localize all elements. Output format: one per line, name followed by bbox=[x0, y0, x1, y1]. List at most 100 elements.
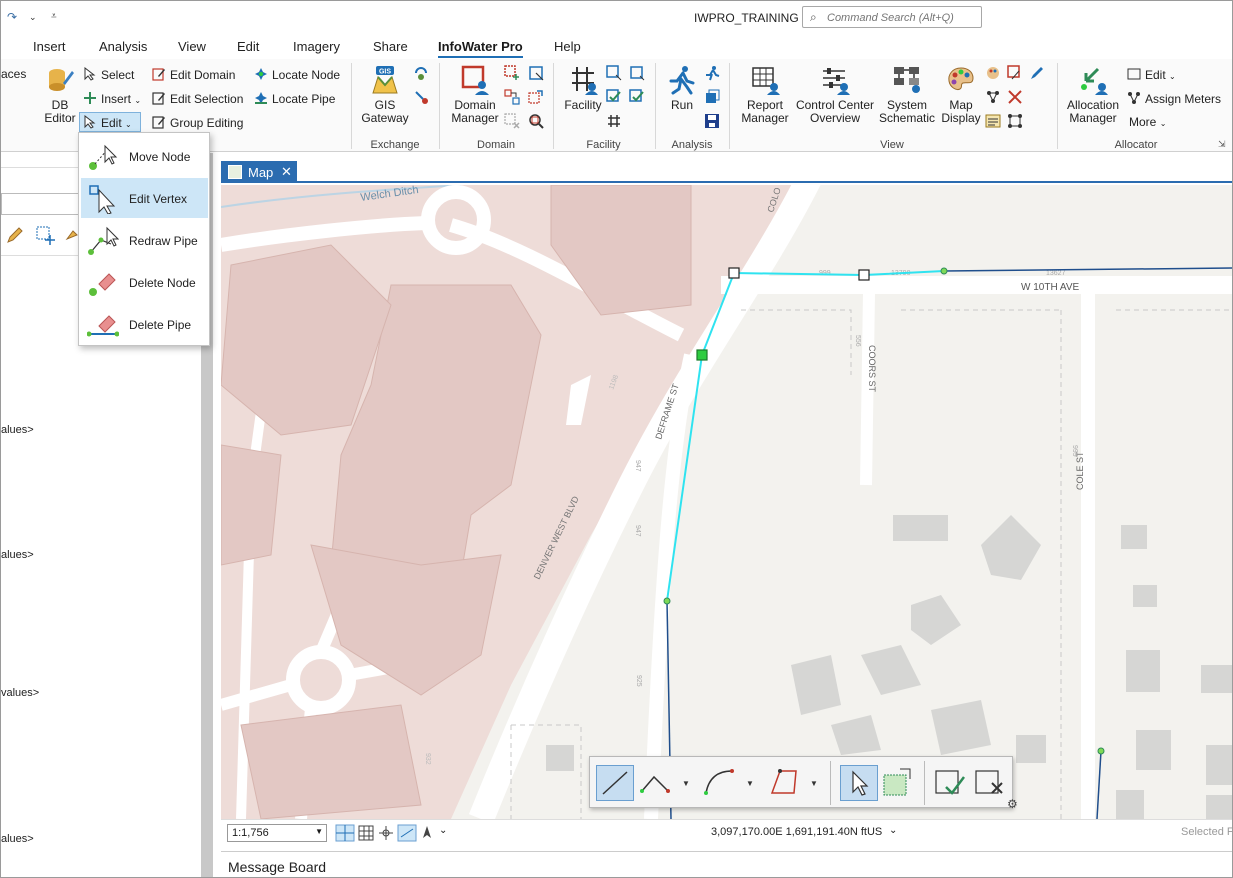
gis-paint-icon[interactable] bbox=[413, 89, 429, 105]
group-editing-button[interactable]: Group Editing bbox=[152, 115, 243, 130]
locate-pipe-button[interactable]: Locate Pipe bbox=[254, 91, 335, 106]
system-schematic-button[interactable]: System Schematic bbox=[878, 65, 936, 125]
domain-zoom-icon[interactable] bbox=[528, 113, 544, 129]
command-search[interactable]: ⌕ bbox=[802, 6, 982, 28]
tab-edit[interactable]: Edit bbox=[237, 39, 259, 54]
tab-insert[interactable]: Insert bbox=[33, 39, 66, 54]
chevron-down-icon[interactable]: ⌄ bbox=[889, 825, 897, 836]
dialog-launcher-icon[interactable]: ⇲ bbox=[1218, 139, 1226, 150]
vertex-handle[interactable] bbox=[858, 269, 870, 281]
map-display-button[interactable]: Map Display bbox=[939, 65, 983, 125]
polyline-tool-button[interactable] bbox=[638, 765, 676, 801]
locate-node-button[interactable]: Locate Node bbox=[254, 67, 340, 82]
domain-select-icon[interactable] bbox=[528, 65, 544, 81]
tab-imagery[interactable]: Imagery bbox=[293, 39, 340, 54]
domain-add-icon[interactable] bbox=[504, 65, 520, 81]
tab-map[interactable]: Map ✕ bbox=[221, 161, 297, 183]
run-button[interactable]: Run bbox=[663, 65, 701, 112]
network-icon[interactable] bbox=[985, 89, 1001, 105]
map-display-label-2: Display bbox=[941, 111, 981, 125]
close-icon[interactable]: ✕ bbox=[281, 164, 292, 180]
edit-dropdown-button[interactable]: Edit ⌄ bbox=[79, 112, 141, 132]
scale-selector[interactable]: 1:1,756 ▼ bbox=[227, 824, 327, 842]
edit-domain-button[interactable]: Edit Domain bbox=[152, 67, 235, 82]
gis-gateway-button[interactable]: GIS GIS Gateway bbox=[359, 65, 411, 125]
theme-icon[interactable] bbox=[985, 65, 1001, 81]
tab-view[interactable]: View bbox=[178, 39, 206, 54]
chevron-down-icon[interactable]: ▼ bbox=[746, 779, 754, 788]
redo-icon[interactable]: ↷ bbox=[7, 10, 17, 24]
run-report-icon[interactable] bbox=[704, 89, 720, 105]
facility-button[interactable]: Facility bbox=[561, 65, 605, 112]
status-bar: 1:1,756 ▼ ⌄ 3,097,170.00E 1,691,191.40N … bbox=[221, 819, 1232, 845]
map-view[interactable]: Welch Ditch W 10TH AVE COORS ST DEFRAME … bbox=[221, 185, 1233, 819]
domain-transfer-icon[interactable] bbox=[504, 89, 520, 105]
run-fast-icon[interactable] bbox=[704, 65, 720, 81]
gis-sync-icon[interactable] bbox=[413, 65, 429, 81]
customize-toolbar-icon[interactable]: ⩡ bbox=[51, 11, 57, 22]
junction-node[interactable] bbox=[1097, 747, 1105, 755]
finish-button[interactable] bbox=[932, 765, 970, 801]
assign-meters-button[interactable]: Assign Meters bbox=[1127, 91, 1221, 106]
control-center-overview-button[interactable]: Control Center Overview bbox=[794, 65, 876, 125]
line-tool-button[interactable] bbox=[596, 765, 634, 801]
more-button[interactable]: More ⌄ bbox=[1129, 115, 1166, 129]
tab-share[interactable]: Share bbox=[373, 39, 408, 54]
tab-help[interactable]: Help bbox=[554, 39, 581, 54]
select-button[interactable]: Select bbox=[83, 67, 134, 82]
trace-tool-button[interactable] bbox=[766, 765, 804, 801]
facility-validate-icon[interactable] bbox=[629, 89, 645, 105]
chevron-down-icon[interactable]: ▼ bbox=[810, 779, 818, 788]
pencil-icon[interactable] bbox=[5, 225, 25, 245]
annotation-icon[interactable] bbox=[1007, 65, 1023, 81]
tool-icon[interactable] bbox=[65, 225, 79, 245]
facility-grid-icon[interactable] bbox=[606, 113, 622, 129]
map-canvas[interactable]: Welch Ditch W 10TH AVE COORS ST DEFRAME … bbox=[221, 185, 1233, 819]
select-vertex-button[interactable] bbox=[840, 765, 878, 801]
domain-move-icon[interactable] bbox=[528, 89, 544, 105]
north-arrow-icon[interactable] bbox=[419, 824, 435, 842]
save-icon[interactable] bbox=[704, 113, 720, 129]
active-vertex-handle[interactable] bbox=[696, 349, 708, 361]
vertex-handle[interactable] bbox=[728, 267, 740, 279]
tab-analysis[interactable]: Analysis bbox=[99, 39, 147, 54]
clear-display-icon[interactable] bbox=[1007, 89, 1023, 105]
snapping-icon[interactable] bbox=[377, 824, 395, 842]
tab-infowater-pro[interactable]: InfoWater Pro bbox=[438, 39, 523, 58]
chevron-down-icon[interactable]: ⌄ bbox=[439, 825, 447, 836]
grid-snap-icon[interactable] bbox=[335, 824, 355, 842]
domain-manager-button[interactable]: Domain Manager bbox=[447, 65, 503, 125]
junction-node[interactable] bbox=[663, 597, 671, 605]
facility-select-icon[interactable] bbox=[606, 65, 622, 81]
grid-network-icon[interactable] bbox=[1007, 113, 1023, 129]
command-search-input[interactable] bbox=[827, 10, 977, 25]
chevron-down-icon: ⌄ bbox=[1169, 72, 1176, 81]
insert-button[interactable]: Insert ⌄ bbox=[83, 91, 141, 106]
chevron-down-icon[interactable]: ▼ bbox=[682, 779, 690, 788]
discard-button[interactable] bbox=[972, 765, 1010, 801]
menu-item-redraw-pipe[interactable]: Redraw Pipe bbox=[81, 220, 208, 260]
facility-check-icon[interactable] bbox=[606, 89, 622, 105]
allocation-manager-button[interactable]: Allocation Manager bbox=[1063, 65, 1123, 125]
assign-meters-label: Assign Meters bbox=[1145, 92, 1222, 106]
chevron-down-icon[interactable]: ⌄ bbox=[29, 12, 37, 23]
table-icon[interactable] bbox=[357, 824, 375, 842]
domain-clear-icon[interactable] bbox=[504, 113, 520, 129]
allocator-edit-button[interactable]: Edit ⌄ bbox=[1127, 67, 1176, 82]
menu-item-delete-node[interactable]: Delete Node bbox=[81, 262, 208, 302]
settings-gear-icon[interactable]: ⚙ bbox=[1007, 797, 1018, 811]
menu-item-delete-pipe[interactable]: Delete Pipe bbox=[81, 304, 208, 344]
facility-box-icon[interactable] bbox=[629, 65, 645, 81]
db-editor-button[interactable]: DB Editor bbox=[39, 65, 81, 125]
menu-item-move-node[interactable]: Move Node bbox=[81, 136, 208, 176]
report-manager-button[interactable]: Report Manager bbox=[737, 65, 793, 125]
menu-item-edit-vertex[interactable]: Edit Vertex bbox=[81, 178, 208, 218]
select-box-button[interactable] bbox=[880, 765, 918, 801]
arc-tool-button[interactable] bbox=[702, 765, 740, 801]
legend-icon[interactable] bbox=[985, 113, 1001, 129]
pen-icon[interactable] bbox=[1029, 65, 1045, 81]
junction-node[interactable] bbox=[940, 267, 948, 275]
constraints-icon[interactable] bbox=[397, 824, 417, 842]
add-feature-icon[interactable] bbox=[35, 225, 57, 245]
edit-selection-button[interactable]: Edit Selection bbox=[152, 91, 243, 106]
